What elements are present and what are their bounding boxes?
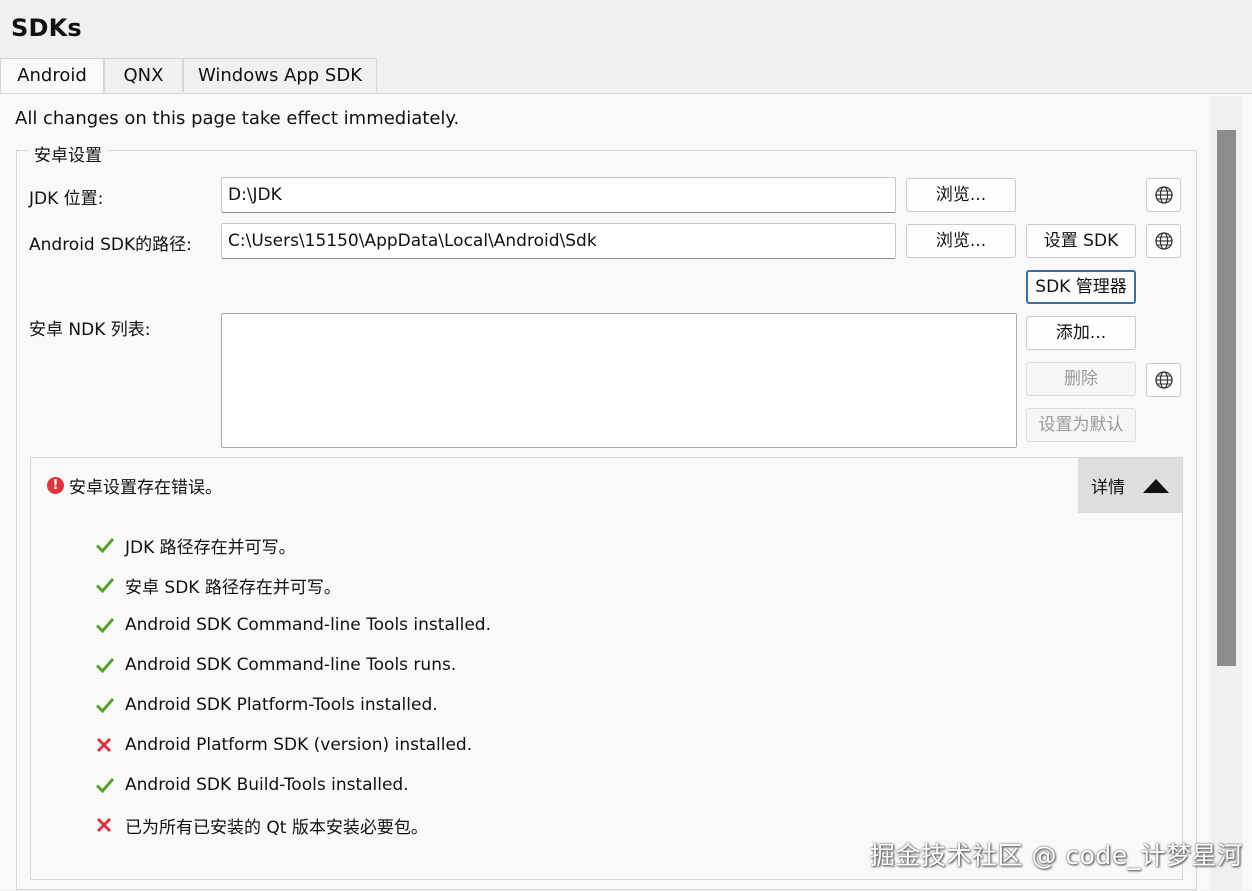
setup-sdk-button[interactable]: 设置 SDK [1026,224,1136,258]
check-icon [95,697,125,713]
jdk-browse-button[interactable]: 浏览... [906,178,1016,212]
android-sdk-path-field[interactable] [221,223,896,259]
android-tab-panel: All changes on this page take effect imm… [0,93,1252,891]
check-text: Android SDK Command-line Tools installed… [125,615,491,635]
check-row: 已为所有已安装的 Qt 版本安装必要包。 [95,810,428,840]
ndk-list-label: 安卓 NDK 列表: [29,320,151,340]
check-icon [95,537,125,553]
check-text: Android SDK Build-Tools installed. [125,775,409,795]
validation-summary: ! 安卓设置存在错误。 详情 JDK 路径存在并可写。 安卓 SDK 路径存在并… [30,457,1183,880]
ndk-list[interactable] [221,313,1017,448]
group-title: 安卓设置 [28,141,108,166]
ndk-download-globe-icon[interactable] [1146,363,1181,397]
jdk-location-field[interactable] [221,177,896,213]
tab-windows-app-sdk[interactable]: Windows App SDK [183,58,377,92]
check-icon [95,777,125,793]
scrollbar-thumb[interactable] [1217,130,1236,666]
check-row: JDK 路径存在并可写。 [95,530,296,560]
set-default-ndk-button[interactable]: 设置为默认 [1026,408,1136,442]
check-text: 已为所有已安装的 Qt 版本安装必要包。 [125,817,428,838]
cross-icon [95,736,125,754]
check-text: Android SDK Command-line Tools runs. [125,655,457,675]
check-row: Android SDK Command-line Tools installed… [95,610,491,640]
summary-header: ! 安卓设置存在错误。 [47,473,222,498]
jdk-location-label: JDK 位置: [29,189,104,209]
check-text: 安卓 SDK 路径存在并可写。 [125,577,341,598]
watermark: 掘金技术社区 @ code_计梦星河 [870,841,1243,870]
check-text: JDK 路径存在并可写。 [125,537,296,558]
sdk-browse-button[interactable]: 浏览... [906,224,1016,258]
jdk-download-globe-icon[interactable] [1146,178,1181,212]
vertical-scrollbar[interactable] [1210,96,1242,891]
check-text: Android SDK Platform-Tools installed. [125,695,438,715]
check-row: 安卓 SDK 路径存在并可写。 [95,570,341,600]
summary-status-text: 安卓设置存在错误。 [69,478,222,498]
check-row: Android SDK Platform-Tools installed. [95,690,438,720]
check-text: Android Platform SDK (version) installed… [125,735,473,755]
notice-text: All changes on this page take effect imm… [15,108,460,129]
android-sdk-path-label: Android SDK的路径: [29,235,192,255]
details-label: 详情 [1091,478,1125,498]
add-ndk-button[interactable]: 添加... [1026,316,1136,350]
page-title: SDKs [11,14,82,42]
check-row: Android SDK Build-Tools installed. [95,770,409,800]
check-row: Android SDK Command-line Tools runs. [95,650,456,680]
sdk-manager-button[interactable]: SDK 管理器 [1026,270,1136,304]
tab-android[interactable]: Android [0,58,104,94]
check-icon [95,657,125,673]
details-toggle-button[interactable]: 详情 [1078,458,1182,513]
remove-ndk-button[interactable]: 删除 [1026,362,1136,396]
sdk-download-globe-icon[interactable] [1146,224,1181,258]
check-icon [95,577,125,593]
check-icon [95,617,125,633]
check-row: Android Platform SDK (version) installed… [95,730,472,760]
tab-qnx[interactable]: QNX [104,58,183,92]
cross-icon [95,816,125,834]
error-icon: ! [47,477,64,494]
collapse-triangle-icon [1143,478,1169,493]
